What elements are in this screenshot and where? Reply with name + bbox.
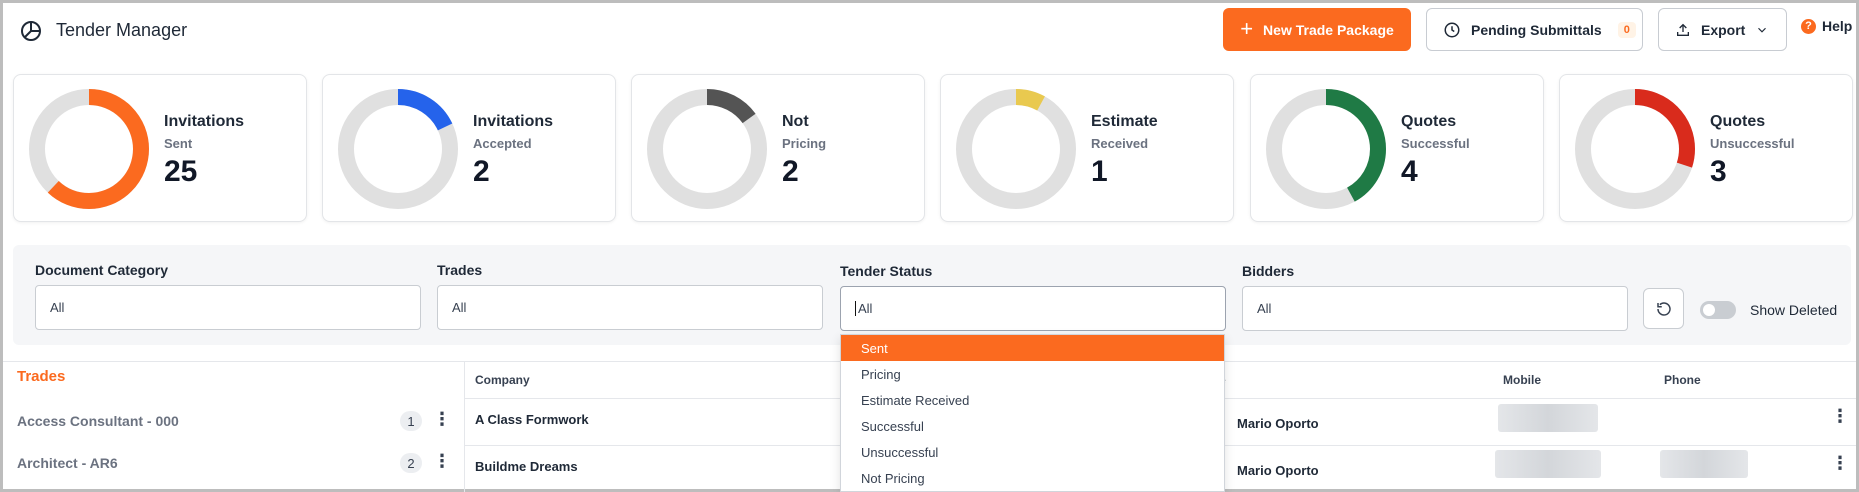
trades-value: All — [452, 300, 467, 315]
stat-title: Estimate — [1091, 113, 1158, 130]
help-icon: ? — [1801, 18, 1816, 34]
export-button[interactable]: Export — [1658, 8, 1787, 51]
stat-subtitle: Received — [1091, 136, 1149, 151]
stat-card[interactable]: Estimate Received 1 — [940, 74, 1234, 222]
clock-icon — [1444, 22, 1460, 37]
bidders-select[interactable]: All — [1242, 286, 1628, 331]
pending-submittals-label: Pending Submittals — [1471, 21, 1602, 38]
company-cell: A Class Formwork — [475, 412, 589, 427]
donut-chart — [647, 89, 767, 209]
stat-title: Invitations — [164, 113, 245, 130]
reset-filters-button[interactable] — [1643, 288, 1684, 329]
tender-status-label: Tender Status — [840, 263, 933, 279]
more-vertical-icon[interactable]: ⋮ — [433, 410, 451, 428]
sidebar-item-access-consultant[interactable]: Access Consultant - 000 — [17, 413, 179, 429]
column-company[interactable]: Company — [475, 373, 530, 387]
document-category-value: All — [50, 300, 65, 315]
donut-chart — [1266, 89, 1386, 209]
option-successful[interactable]: Successful — [841, 413, 1224, 439]
stat-subtitle: Unsuccessful — [1710, 136, 1795, 151]
stat-card[interactable]: Invitations Sent 25 — [13, 74, 307, 222]
stat-value: 3 — [1710, 155, 1727, 188]
company-cell: Buildme Dreams — [475, 459, 578, 474]
column-mobile[interactable]: Mobile — [1503, 373, 1541, 387]
stat-value: 2 — [473, 155, 490, 188]
mobile-redacted — [1495, 450, 1601, 478]
option-unsuccessful[interactable]: Unsuccessful — [841, 439, 1224, 465]
donut-chart — [29, 89, 149, 209]
plus-icon: + — [1240, 15, 1254, 41]
app-title: Tender Manager — [56, 20, 188, 40]
document-category-select[interactable]: All — [35, 285, 421, 330]
show-deleted-label: Show Deleted — [1750, 302, 1838, 318]
pending-submittals-button[interactable]: Pending Submittals 0 — [1426, 8, 1643, 51]
sidebar-item-count: 1 — [400, 411, 422, 431]
stat-title: Invitations — [473, 113, 554, 130]
trades-sidebar: Trades Access Consultant - 000 1 ⋮ Archi… — [3, 361, 465, 492]
help-link[interactable]: ? Help — [1801, 18, 1852, 34]
toggle-knob — [1703, 304, 1715, 316]
refresh-icon — [1656, 301, 1671, 316]
stat-subtitle: Sent — [164, 136, 193, 151]
stat-value: 1 — [1091, 155, 1108, 188]
more-vertical-icon[interactable]: ⋮ — [1831, 407, 1849, 425]
contact-cell: Mario Oporto — [1237, 416, 1319, 431]
bidders-value: All — [1257, 301, 1272, 316]
help-label: Help — [1822, 18, 1853, 34]
stat-subtitle: Accepted — [473, 136, 532, 151]
donut-chart — [338, 89, 458, 209]
document-category-label: Document Category — [35, 262, 169, 278]
option-pricing[interactable]: Pricing — [841, 361, 1224, 387]
tender-status-value: All — [858, 301, 873, 316]
bidders-label: Bidders — [1242, 263, 1295, 279]
stat-value: 4 — [1401, 155, 1418, 188]
sidebar-item-count: 2 — [400, 453, 422, 473]
pie-chart-icon — [21, 21, 41, 41]
new-trade-package-button[interactable]: + New Trade Package — [1223, 8, 1411, 51]
sidebar-item-architect[interactable]: Architect - AR6 — [17, 455, 118, 471]
stat-card[interactable]: Quotes Successful 4 — [1250, 74, 1544, 222]
export-label: Export — [1701, 21, 1746, 38]
text-caret — [855, 301, 856, 316]
stat-value: 25 — [164, 155, 198, 188]
stat-value: 2 — [782, 155, 799, 188]
stat-card[interactable]: Invitations Accepted 2 — [322, 74, 616, 222]
option-not-pricing[interactable]: Not Pricing — [841, 465, 1224, 491]
stat-card[interactable]: Not Pricing 2 — [631, 74, 925, 222]
more-vertical-icon[interactable]: ⋮ — [433, 452, 451, 470]
donut-track — [956, 89, 1076, 209]
stat-title: Quotes — [1710, 113, 1766, 130]
show-deleted-toggle[interactable] — [1700, 301, 1736, 319]
donut-chart — [1575, 89, 1695, 209]
tender-status-dropdown: Sent Pricing Estimate Received Successfu… — [840, 334, 1225, 492]
column-phone[interactable]: Phone — [1664, 373, 1701, 387]
trades-select[interactable]: All — [437, 285, 823, 330]
phone-redacted — [1660, 450, 1748, 478]
app-header: Tender Manager + New Trade Package Pendi… — [3, 3, 1856, 59]
stat-subtitle: Pricing — [782, 136, 827, 151]
stat-title: Not — [782, 113, 809, 130]
chevron-down-icon — [1758, 27, 1767, 33]
tender-status-input[interactable]: All — [840, 286, 1226, 331]
trades-sidebar-title: Trades — [17, 368, 66, 385]
upload-icon — [1677, 23, 1689, 36]
mobile-redacted — [1498, 404, 1598, 432]
option-estimate-received[interactable]: Estimate Received — [841, 387, 1224, 413]
donut-chart — [956, 89, 1076, 209]
pending-count-badge: 0 — [1617, 21, 1636, 38]
option-sent[interactable]: Sent — [841, 335, 1224, 361]
contact-cell: Mario Oporto — [1237, 463, 1319, 478]
stat-title: Quotes — [1401, 113, 1457, 130]
trades-label: Trades — [437, 262, 483, 278]
new-trade-package-label: New Trade Package — [1263, 21, 1394, 38]
stat-subtitle: Successful — [1401, 136, 1470, 151]
stat-card[interactable]: Quotes Unsuccessful 3 — [1559, 74, 1853, 222]
more-vertical-icon[interactable]: ⋮ — [1831, 454, 1849, 472]
